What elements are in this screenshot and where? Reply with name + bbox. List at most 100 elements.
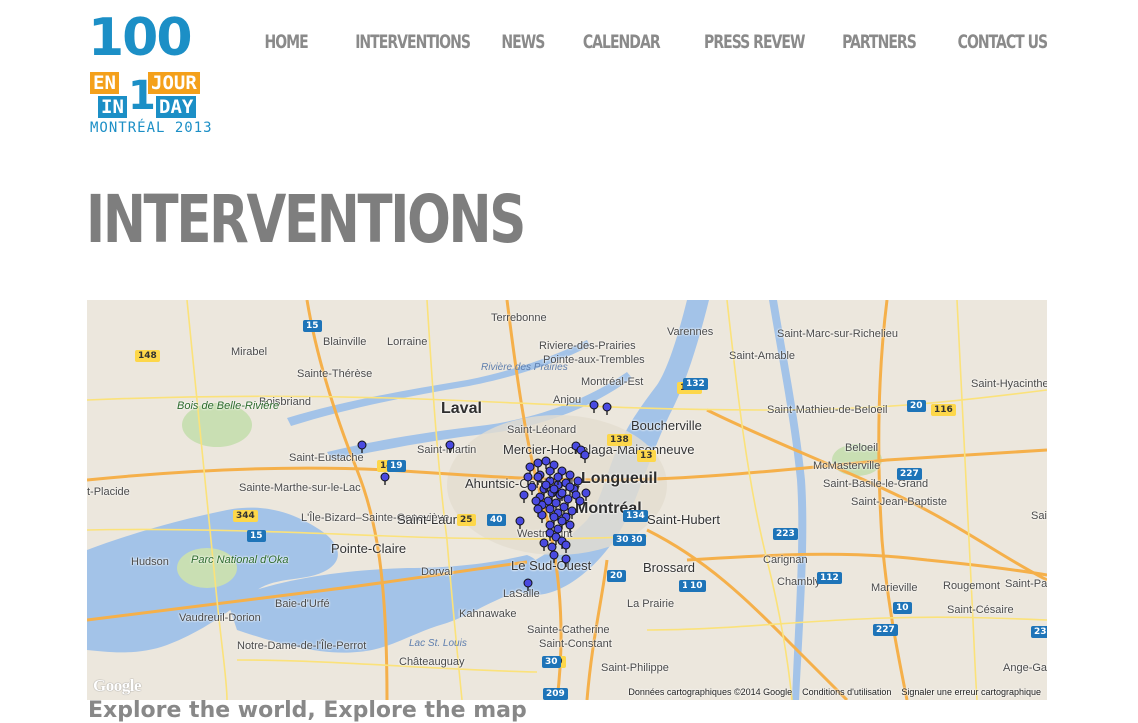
intervention-marker[interactable] [445, 440, 455, 454]
route-shield: 15 [303, 320, 322, 332]
map-place-label: Riviere-des-Prairies [539, 340, 636, 352]
nav-calendar[interactable]: CALENDAR [583, 30, 661, 54]
map-place-label: Terrebonne [491, 312, 547, 324]
route-shield: 134 [623, 510, 648, 522]
google-logo: Google [93, 676, 142, 695]
route-shield: 138 [607, 434, 632, 446]
route-shield: 20 [607, 570, 626, 582]
map-place-label: Varennes [667, 326, 714, 338]
nav-home[interactable]: HOME [264, 30, 308, 54]
map-place-label: Saint-Constant [539, 638, 612, 650]
logo-one: 1 [128, 73, 156, 119]
route-shield: 148 [135, 350, 160, 362]
intervention-marker[interactable] [602, 402, 612, 416]
map-place-label: Sai [1031, 510, 1047, 522]
map-place-label: Saint-Philippe [601, 662, 669, 674]
intervention-marker[interactable] [523, 578, 533, 592]
map-place-label: Marieville [871, 582, 918, 594]
main-nav: HOME INTERVENTIONS NEWS CALENDAR PRESS R… [233, 30, 1048, 54]
logo-number: 100 [88, 8, 193, 68]
map-place-label: Chambly [777, 576, 821, 588]
nav-contact-us[interactable]: CONTACT US [958, 30, 1048, 54]
intervention-marker[interactable] [561, 554, 571, 568]
site-logo[interactable]: 100 EN JOUR 1 IN DAY MONTRÉAL 2013 [88, 10, 218, 138]
intervention-marker[interactable] [533, 504, 543, 518]
route-shield: 15 [247, 530, 266, 542]
map-place-label: Châteauguay [399, 656, 465, 668]
map-place-label: Notre-Dame-de-l'Île-Perrot [237, 640, 367, 652]
map-place-label: Saint-Pa [1005, 578, 1047, 590]
map-place-label: Rivière des Prairies [481, 362, 568, 373]
map-place-label: Rougemont [943, 580, 1000, 592]
intervention-marker[interactable] [580, 450, 590, 464]
map-place-label: Bois de Belle-Rivière [177, 400, 280, 412]
interventions-map[interactable]: Terrebonne Varennes Saint-Marc-sur-Richeli… [87, 300, 1047, 700]
intervention-marker[interactable] [589, 400, 599, 414]
intervention-marker[interactable] [581, 488, 591, 502]
map-place-label: Saint-Mathieu-de-Beloeil [767, 404, 888, 416]
logo-en: EN [90, 72, 119, 94]
intervention-marker[interactable] [515, 516, 525, 530]
map-place-label: Saint-Hyacinthe [971, 378, 1047, 390]
map-place-label: Dorval [421, 566, 453, 578]
map-place-label: Saint-Marc-sur-Richelieu [777, 328, 899, 340]
route-shield: 235 [1031, 626, 1047, 638]
map-place-label: Parc National d'Oka [191, 554, 289, 566]
map-place-label: Vaudreuil-Dorion [179, 612, 261, 624]
intervention-marker[interactable] [539, 538, 549, 552]
route-shield: 40 [487, 514, 506, 526]
map-place-label: Montréal-Est [581, 376, 644, 388]
route-shield: 30 [613, 534, 632, 546]
map-place-label: t-Placide [87, 486, 130, 498]
intervention-marker[interactable] [519, 490, 529, 504]
map-place-label: Blainville [323, 336, 367, 348]
route-shield: 10 [687, 580, 706, 592]
nav-interventions[interactable]: INTERVENTIONS [355, 30, 471, 54]
intervention-marker[interactable] [565, 520, 575, 534]
map-place-label: Beloeil [845, 442, 879, 454]
page-title: INTERVENTIONS [86, 181, 526, 258]
route-shield: 344 [233, 510, 258, 522]
route-shield: 19 [387, 460, 406, 472]
intervention-marker[interactable] [380, 472, 390, 486]
route-shield: 227 [897, 468, 922, 480]
map-report-link[interactable]: Signaler une erreur cartographique [901, 687, 1041, 697]
route-shield: 227 [873, 624, 898, 636]
route-shield: 10 [893, 602, 912, 614]
map-place-label: Boucherville [631, 418, 702, 433]
map-place-label: Saint-Amable [729, 350, 796, 362]
logo-day: DAY [156, 96, 197, 118]
map-place-label: Saint-Eustache [289, 452, 364, 464]
route-shield: 112 [817, 572, 842, 584]
intervention-marker[interactable] [557, 488, 567, 502]
route-shield: 25 [457, 514, 476, 526]
below-map-heading: Explore the world, Explore the map [88, 698, 527, 723]
map-place-label: Sainte-Thérèse [297, 368, 373, 380]
nav-news[interactable]: NEWS [501, 30, 545, 54]
route-shield: 223 [773, 528, 798, 540]
logo-in: IN [98, 96, 127, 118]
intervention-marker[interactable] [561, 540, 571, 554]
map-place-label: Saint-Hubert [647, 512, 720, 527]
map-place-label: Baie-d'Urfé [275, 598, 330, 610]
map-place-label: Lorraine [387, 336, 428, 348]
map-place-label: Mercier-Hochelaga-Maisonneuve [503, 442, 695, 457]
map-place-label: Sainte-Marthe-sur-le-Lac [239, 482, 361, 494]
map-place-label: Laval [441, 400, 482, 417]
map-place-label: Pointe-Claire [331, 541, 407, 556]
nav-press-review[interactable]: PRESS REVEW [704, 30, 805, 54]
intervention-marker[interactable] [549, 550, 559, 564]
map-footer: Données cartographiques ©2014 Google Con… [628, 687, 1041, 697]
route-shield: 209 [543, 688, 568, 700]
route-shield: 116 [931, 404, 956, 416]
intervention-marker[interactable] [357, 440, 367, 454]
map-place-label: Saint-Jean-Baptiste [851, 496, 947, 508]
map-terms-link[interactable]: Conditions d'utilisation [802, 687, 891, 697]
map-place-label: Mirabel [231, 346, 268, 358]
route-shield: 30 [542, 656, 561, 668]
map-place-label: Brossard [643, 560, 696, 575]
map-place-label: Lac St. Louis [409, 638, 467, 649]
nav-partners[interactable]: PARTNERS [842, 30, 917, 54]
logo-city: MONTRÉAL 2013 [90, 120, 213, 136]
map-place-label: McMasterville [813, 460, 881, 472]
